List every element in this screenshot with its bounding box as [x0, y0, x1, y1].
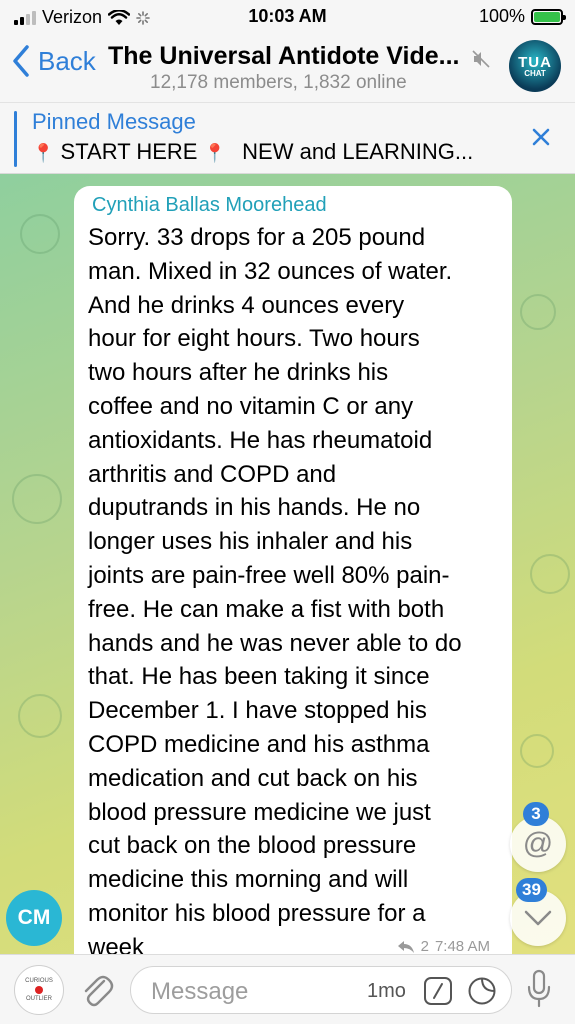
message-line: free. He can make a fist with both [88, 595, 445, 623]
background-doodle [18, 694, 62, 738]
message-line: longer uses his inhaler and his [88, 528, 413, 556]
send-as-avatar[interactable]: CURIOUS OUTLIER [14, 965, 64, 1015]
slowmode-timer: 1mo [367, 980, 406, 1002]
at-icon: @ [522, 827, 554, 860]
pinned-text-part2: NEW and LEARNING... [242, 139, 474, 164]
battery-percent: 100% [478, 6, 525, 26]
mention-count-badge: 3 [523, 802, 549, 826]
background-doodle [520, 734, 554, 768]
background-doodle [530, 554, 570, 594]
message-line: COPD medicine and his asthma [88, 730, 430, 758]
background-doodle [12, 474, 62, 524]
message-line: joints are pain-free well 80% pain- [88, 561, 450, 589]
mute-icon [472, 50, 490, 68]
paperclip-icon[interactable] [78, 971, 116, 1011]
close-icon[interactable] [529, 125, 553, 149]
background-doodle [20, 214, 60, 254]
battery-icon [531, 8, 566, 25]
chat-subtitle: 12,178 members, 1,832 online [150, 72, 407, 93]
message-text: Sorry. 33 drops for a 205 pound man. Mix… [88, 221, 498, 954]
send-as-avatar-text-bottom: OUTLIER [25, 996, 52, 1002]
chat-title[interactable]: The Universal Antidote Vide... [108, 42, 488, 71]
message-placeholder: Message [151, 978, 249, 1005]
message-line: monitor his blood pressure for a [88, 899, 426, 927]
message-bubble[interactable]: Cynthia Ballas Moorehead Sorry. 33 drops… [74, 186, 512, 954]
message-line: Sorry. 33 drops for a 205 pound [88, 224, 426, 251]
message-line: cut back on the blood pressure [88, 832, 417, 860]
group-avatar-subtext: CHAT [524, 69, 546, 78]
command-icon[interactable] [423, 976, 453, 1006]
message-line: arthritis and COPD and [88, 460, 337, 488]
message-line: blood pressure medicine we just [88, 798, 431, 826]
message-line: medicine this morning and will [88, 866, 409, 894]
pinned-label: Pinned Message [32, 109, 196, 134]
message-line: duputrands in his hands. He no [88, 494, 421, 522]
send-as-avatar-text-top: CURIOUS [25, 978, 53, 984]
message-line: hands and he was never able to do [88, 629, 462, 657]
message-meta: 2 7:48 AM [397, 938, 490, 954]
message-line: coffee and no vitamin C or any [88, 392, 414, 420]
back-button[interactable]: Back [10, 44, 96, 78]
reply-arrow-icon [397, 940, 414, 953]
pinned-message-bar[interactable]: Pinned Message 📍 START HERE 📍 NEW and LE… [0, 102, 575, 174]
chevron-down-icon [524, 910, 552, 926]
pin-icon: 📍 [203, 143, 227, 163]
unread-count-badge: 39 [516, 878, 547, 902]
message-line: medication and cut back on his [88, 764, 418, 792]
reply-count: 2 [420, 938, 429, 954]
message-time: 7:48 AM [434, 938, 490, 954]
pin-icon: 📍 [32, 143, 55, 163]
chevron-left-icon [13, 45, 29, 77]
sender-avatar[interactable]: CM [6, 890, 62, 946]
message-line: hour for eight hours. Two hours [88, 325, 420, 353]
status-right: 100% [478, 6, 566, 27]
message-line: December 1. I have stopped his [88, 697, 427, 725]
group-avatar[interactable]: TUA CHAT [509, 40, 561, 92]
pinned-indicator [14, 111, 17, 167]
message-line: two hours after he drinks his [88, 359, 389, 387]
message-sender[interactable]: Cynthia Ballas Moorehead [92, 194, 498, 217]
back-label: Back [38, 45, 96, 76]
message-line: antioxidants. He has rheumatoid [88, 426, 433, 454]
message-input[interactable]: Message 1mo [130, 966, 512, 1014]
input-bar: CURIOUS OUTLIER Message 1mo [0, 954, 575, 1024]
avatar-dot [35, 986, 43, 994]
message-line: that. He has been taking it since [88, 663, 430, 691]
chat-area[interactable]: Cynthia Ballas Moorehead Sorry. 33 drops… [0, 174, 575, 954]
pinned-text: 📍 START HERE 📍 NEW and LEARNING... [32, 139, 473, 165]
message-line: man. Mixed in 32 ounces of water. [88, 257, 453, 285]
chat-header: Back The Universal Antidote Vide... 12,1… [0, 32, 575, 102]
status-bar: Verizon 10:03 AM 100% [0, 0, 575, 32]
message-line: And he drinks 4 ounces every [88, 291, 405, 319]
background-doodle [520, 294, 556, 330]
pinned-text-part1: START HERE [60, 139, 198, 164]
sticker-icon[interactable] [467, 976, 497, 1006]
microphone-icon[interactable] [526, 969, 552, 1009]
